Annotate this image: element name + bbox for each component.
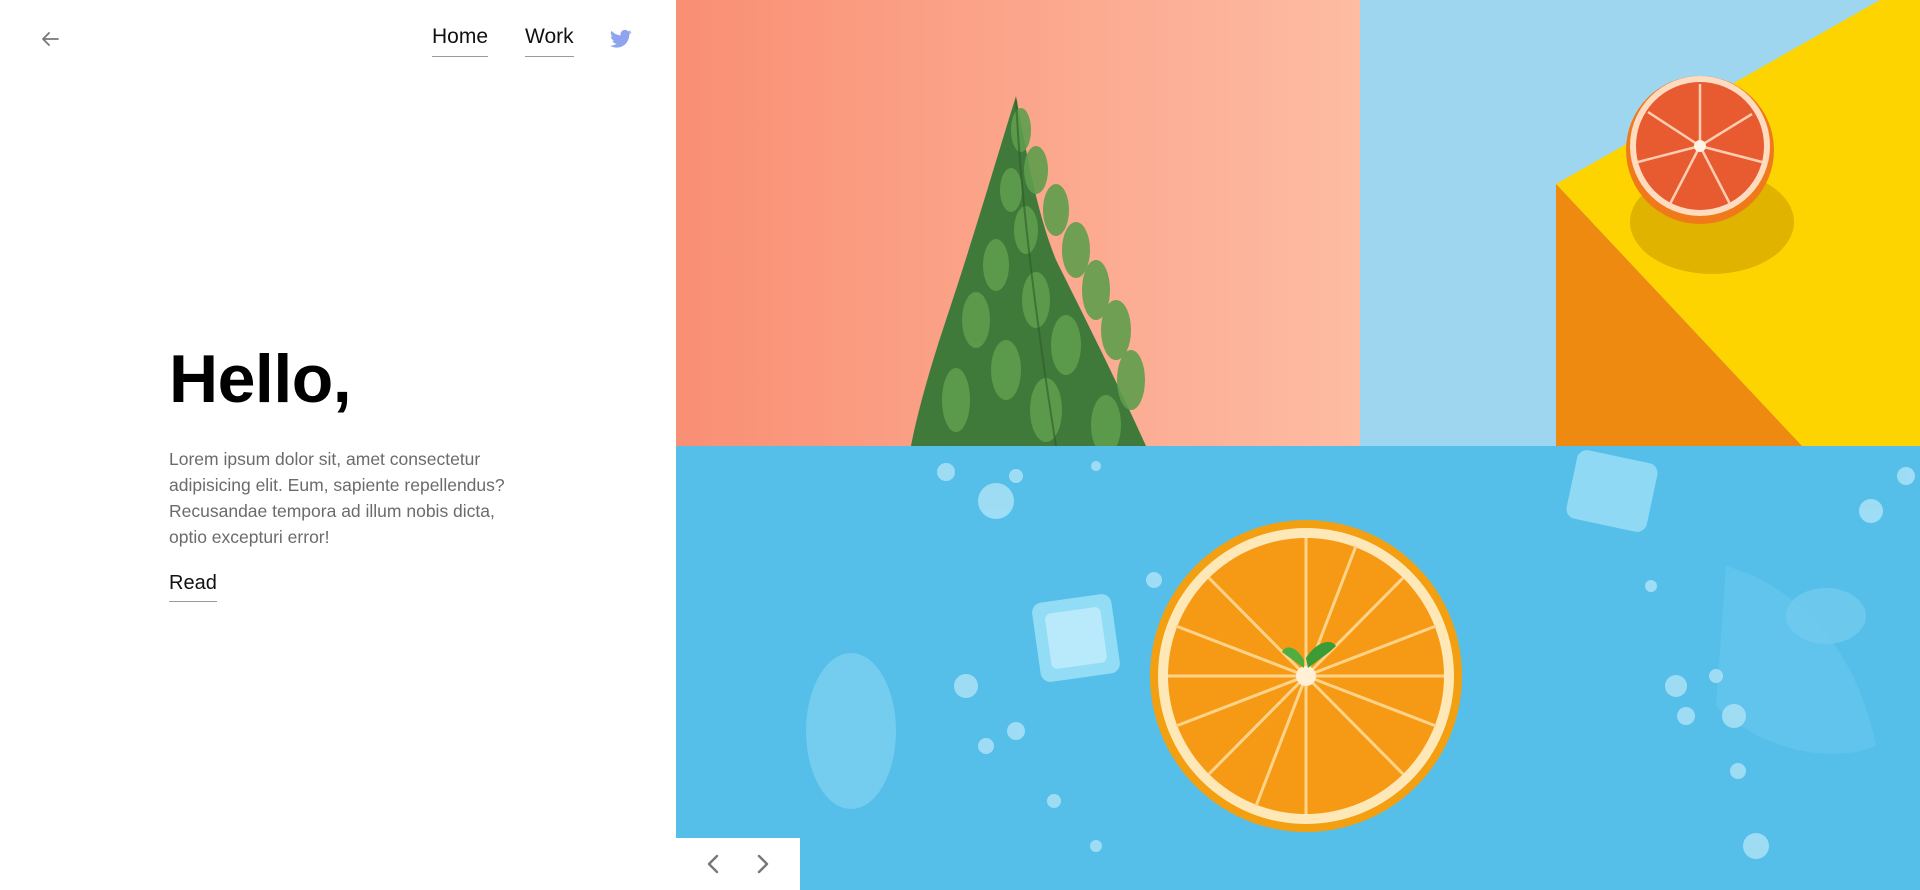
hero-text: Lorem ipsum dolor sit, amet consectetur … bbox=[169, 449, 505, 547]
chevron-right-icon[interactable] bbox=[748, 850, 776, 878]
hero-title: Hello, bbox=[169, 341, 352, 417]
hero: Hello, Lorem ipsum dolor sit, amet conse… bbox=[169, 340, 529, 602]
image-orange-slice bbox=[676, 446, 1920, 890]
nav-link-home[interactable]: Home bbox=[432, 24, 489, 57]
read-link[interactable]: Read bbox=[169, 572, 217, 602]
top-nav: Home Work bbox=[432, 24, 632, 57]
arrow-left-icon[interactable] bbox=[38, 27, 62, 51]
slider-controls bbox=[676, 838, 800, 890]
chevron-left-icon[interactable] bbox=[700, 850, 728, 878]
twitter-icon[interactable] bbox=[609, 29, 632, 49]
page: Home Work Hello, Lorem ipsum dolor sit, … bbox=[0, 0, 1920, 890]
image-pine-branch bbox=[676, 0, 1360, 446]
left-panel: Home Work Hello, Lorem ipsum dolor sit, … bbox=[0, 0, 676, 890]
image-grapefruit bbox=[1360, 0, 1920, 446]
nav-link-work[interactable]: Work bbox=[525, 24, 574, 57]
